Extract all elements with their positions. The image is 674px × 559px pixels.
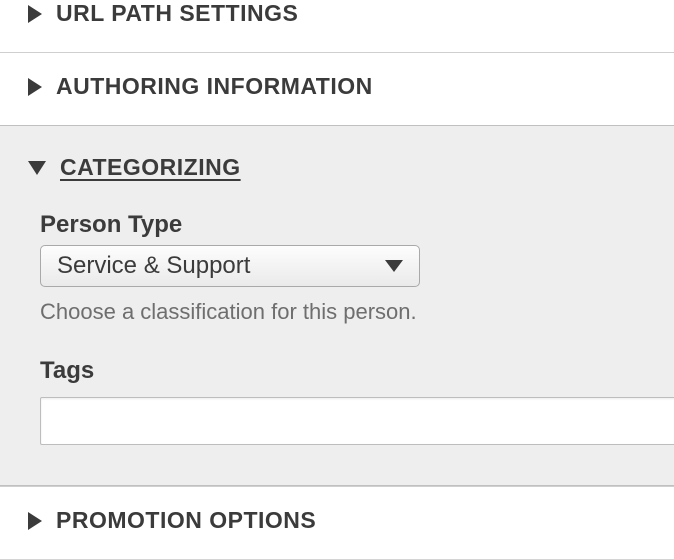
chevron-right-icon <box>28 5 42 23</box>
section-authoring-information: AUTHORING INFORMATION <box>0 52 674 125</box>
person-type-label: Person Type <box>40 211 634 239</box>
field-tags: Tags <box>40 357 634 445</box>
chevron-down-icon <box>385 260 403 272</box>
person-type-select[interactable]: Service & Support <box>40 245 420 287</box>
section-categorizing: CATEGORIZING Person Type Service & Suppo… <box>0 125 674 486</box>
section-title: URL PATH SETTINGS <box>56 0 298 27</box>
tags-label: Tags <box>40 357 634 385</box>
field-person-type: Person Type Service & Support Choose a c… <box>40 211 634 325</box>
section-header-authoring[interactable]: AUTHORING INFORMATION <box>28 73 646 100</box>
chevron-right-icon <box>28 78 42 96</box>
section-url-path-settings: URL PATH SETTINGS <box>0 0 674 52</box>
tags-input[interactable] <box>40 397 674 445</box>
section-header-promotion[interactable]: PROMOTION OPTIONS <box>28 507 646 534</box>
section-header-categorizing[interactable]: CATEGORIZING <box>28 154 646 181</box>
section-title: PROMOTION OPTIONS <box>56 507 316 534</box>
section-title: AUTHORING INFORMATION <box>56 73 373 100</box>
section-title: CATEGORIZING <box>60 154 241 181</box>
chevron-down-icon <box>28 161 46 175</box>
section-body: Person Type Service & Support Choose a c… <box>28 181 646 445</box>
person-type-help: Choose a classification for this person. <box>40 299 634 325</box>
section-header-url-path[interactable]: URL PATH SETTINGS <box>28 0 646 27</box>
section-promotion-options: PROMOTION OPTIONS <box>0 486 674 559</box>
chevron-right-icon <box>28 512 42 530</box>
person-type-value: Service & Support <box>57 252 250 280</box>
